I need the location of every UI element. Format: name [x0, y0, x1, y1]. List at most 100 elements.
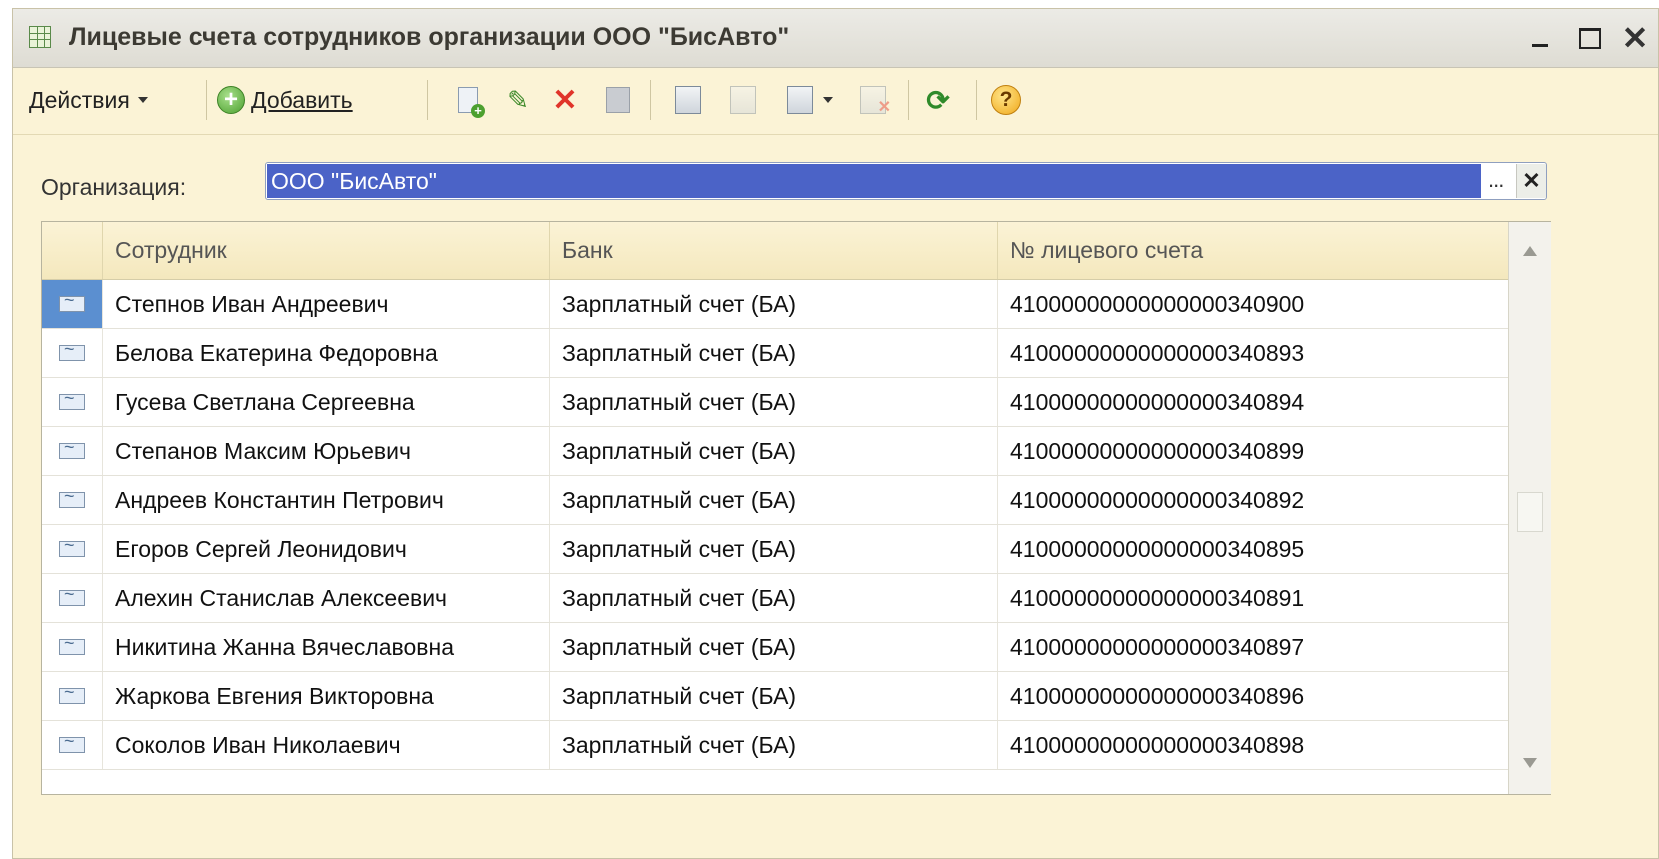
cell-bank[interactable]: Зарплатный счет (БА): [549, 525, 997, 573]
row-marker: [42, 329, 102, 377]
help-icon: ?: [991, 85, 1021, 115]
clear-filter-icon: ✕: [860, 86, 891, 116]
cell-employee[interactable]: Гусева Светлана Сергеевна: [102, 378, 549, 426]
cell-employee[interactable]: Егоров Сергей Леонидович: [102, 525, 549, 573]
organization-value[interactable]: ООО "БисАвто": [267, 164, 1481, 198]
clear-filter-button[interactable]: ✕: [858, 80, 891, 120]
cell-account[interactable]: 41000000000000000340899: [997, 427, 1508, 475]
chevron-down-icon: [137, 97, 148, 103]
account-record-icon: [59, 633, 85, 655]
account-record-icon: [59, 584, 85, 606]
cell-account[interactable]: 41000000000000000340898: [997, 721, 1508, 769]
row-marker: [42, 525, 102, 573]
row-marker: [42, 574, 102, 622]
account-record-icon: [59, 290, 85, 312]
title-bar[interactable]: Лицевые счета сотрудников организации ОО…: [13, 9, 1658, 68]
table-row[interactable]: Алехин Станислав АлексеевичЗарплатный сч…: [42, 574, 1508, 623]
chevron-down-icon: [823, 97, 833, 103]
organization-label: Организация:: [41, 174, 187, 200]
account-record-icon: [59, 437, 85, 459]
row-marker: [42, 721, 102, 769]
account-record-icon: [59, 535, 85, 557]
add-copy-icon: [458, 87, 485, 118]
scroll-down-icon[interactable]: [1523, 758, 1537, 768]
row-marker: [42, 378, 102, 426]
cell-bank[interactable]: Зарплатный счет (БА): [549, 623, 997, 671]
column-header-bank[interactable]: Банк: [549, 222, 997, 279]
save-button[interactable]: [603, 80, 633, 120]
account-record-icon: [59, 388, 85, 410]
actions-menu-button[interactable]: Действия: [29, 80, 148, 120]
cell-employee[interactable]: Степнов Иван Андреевич: [102, 280, 549, 328]
cell-bank[interactable]: Зарплатный счет (БА): [549, 721, 997, 769]
cell-employee[interactable]: Степанов Максим Юрьевич: [102, 427, 549, 475]
table-row[interactable]: Степнов Иван АндреевичЗарплатный счет (Б…: [42, 280, 1508, 329]
table-header: Сотрудник Банк № лицевого счета: [42, 222, 1508, 280]
cell-bank[interactable]: Зарплатный счет (БА): [549, 280, 997, 328]
cell-bank[interactable]: Зарплатный счет (БА): [549, 427, 997, 475]
table-row[interactable]: Жаркова Евгения ВикторовнаЗарплатный сче…: [42, 672, 1508, 721]
account-record-icon: [59, 486, 85, 508]
scroll-up-icon[interactable]: [1523, 246, 1537, 256]
help-button[interactable]: ?: [991, 80, 1021, 120]
cell-employee[interactable]: Жаркова Евгения Викторовна: [102, 672, 549, 720]
clear-button[interactable]: ✕: [1516, 164, 1546, 198]
account-record-icon: [59, 731, 85, 753]
cell-account[interactable]: 41000000000000000340900: [997, 280, 1508, 328]
filter-icon: [675, 86, 701, 114]
cell-bank[interactable]: Зарплатный счет (БА): [549, 378, 997, 426]
table-row[interactable]: Соколов Иван НиколаевичЗарплатный счет (…: [42, 721, 1508, 770]
toolbar-separator: [650, 80, 651, 120]
edit-button[interactable]: ✎: [503, 80, 533, 120]
row-marker: [42, 672, 102, 720]
cell-account[interactable]: 41000000000000000340897: [997, 623, 1508, 671]
cell-employee[interactable]: Никитина Жанна Вячеславовна: [102, 623, 549, 671]
add-button[interactable]: + Добавить: [217, 80, 353, 120]
cell-employee[interactable]: Белова Екатерина Федоровна: [102, 329, 549, 377]
cell-account[interactable]: 41000000000000000340896: [997, 672, 1508, 720]
cell-employee[interactable]: Соколов Иван Николаевич: [102, 721, 549, 769]
table-row[interactable]: Андреев Константин ПетровичЗарплатный сч…: [42, 476, 1508, 525]
account-record-icon: [59, 682, 85, 704]
cell-account[interactable]: 41000000000000000340895: [997, 525, 1508, 573]
filter-dropdown-button[interactable]: [785, 80, 833, 120]
accounts-table[interactable]: Сотрудник Банк № лицевого счета Степнов …: [41, 221, 1551, 795]
minimize-button[interactable]: [1523, 21, 1557, 55]
delete-button[interactable]: ✕: [550, 80, 580, 120]
delete-icon: ✕: [552, 83, 578, 117]
filter-dropdown-icon: [787, 86, 813, 114]
cell-bank[interactable]: Зарплатный счет (БА): [549, 476, 997, 524]
toolbar-separator: [976, 80, 977, 120]
cell-bank[interactable]: Зарплатный счет (БА): [549, 329, 997, 377]
select-button[interactable]: ...: [1488, 167, 1504, 193]
table-icon: [29, 26, 51, 48]
table-row[interactable]: Никитина Жанна ВячеславовнаЗарплатный сч…: [42, 623, 1508, 672]
column-header-employee[interactable]: Сотрудник: [102, 222, 549, 279]
cell-employee[interactable]: Алехин Станислав Алексеевич: [102, 574, 549, 622]
cell-account[interactable]: 41000000000000000340894: [997, 378, 1508, 426]
cell-employee[interactable]: Андреев Константин Петрович: [102, 476, 549, 524]
filter-button[interactable]: [673, 80, 703, 120]
cell-account[interactable]: 41000000000000000340893: [997, 329, 1508, 377]
cell-bank[interactable]: Зарплатный счет (БА): [549, 574, 997, 622]
table-row[interactable]: Гусева Светлана СергеевнаЗарплатный счет…: [42, 378, 1508, 427]
table-row[interactable]: Белова Екатерина ФедоровнаЗарплатный сче…: [42, 329, 1508, 378]
organization-field[interactable]: ООО "БисАвто" ... ✕: [265, 162, 1547, 200]
employee-accounts-window: Лицевые счета сотрудников организации ОО…: [12, 8, 1659, 859]
column-header-account[interactable]: № лицевого счета: [997, 222, 1508, 279]
toolbar: Действия + Добавить ✎ ✕: [13, 68, 1658, 135]
table-row[interactable]: Егоров Сергей ЛеонидовичЗарплатный счет …: [42, 525, 1508, 574]
scroll-thumb[interactable]: [1517, 492, 1543, 532]
close-button[interactable]: ✕: [1618, 20, 1652, 56]
toolbar-separator: [427, 80, 428, 120]
filter-by-value-button[interactable]: [728, 80, 758, 120]
refresh-button[interactable]: ⟳: [923, 80, 953, 120]
copy-button[interactable]: [453, 80, 485, 120]
table-row[interactable]: Степанов Максим ЮрьевичЗарплатный счет (…: [42, 427, 1508, 476]
vertical-scrollbar[interactable]: [1508, 222, 1551, 794]
cell-bank[interactable]: Зарплатный счет (БА): [549, 672, 997, 720]
filter-by-value-icon: [730, 86, 756, 114]
maximize-button[interactable]: [1573, 21, 1607, 55]
cell-account[interactable]: 41000000000000000340892: [997, 476, 1508, 524]
cell-account[interactable]: 41000000000000000340891: [997, 574, 1508, 622]
